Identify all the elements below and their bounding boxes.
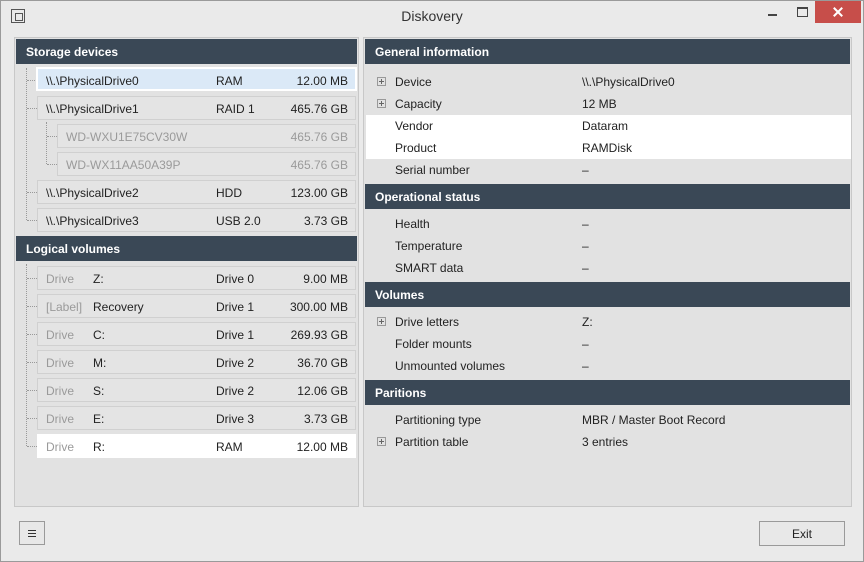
expand-icon[interactable]: [377, 77, 386, 86]
info-row-partition-table[interactable]: Partition table 3 entries: [366, 431, 851, 453]
info-row-device[interactable]: Device \\.\PhysicalDrive0: [366, 71, 851, 93]
partitions-header: Paritions: [365, 380, 850, 405]
volume-row-e[interactable]: Drive E: Drive 3 3.73 GB: [37, 406, 356, 430]
device-row-physicaldrive1[interactable]: \\.\PhysicalDrive1 RAID 1 465.76 GB: [37, 96, 356, 120]
storage-devices-header: Storage devices: [16, 39, 357, 64]
operational-status-header: Operational status: [365, 184, 850, 209]
app-window: Diskovery Storage devices \\.\PhysicalDr…: [0, 0, 864, 562]
device-row-disk-wd-wxu1e75cv30w[interactable]: WD-WXU1E75CV30W 465.76 GB: [57, 124, 356, 148]
volume-row-s[interactable]: Drive S: Drive 2 12.06 GB: [37, 378, 356, 402]
device-row-physicaldrive2[interactable]: \\.\PhysicalDrive2 HDD 123.00 GB: [37, 180, 356, 204]
volume-row-recovery[interactable]: [Label] Recovery Drive 1 300.00 MB: [37, 294, 356, 318]
minimize-button[interactable]: [757, 1, 787, 23]
info-row-vendor[interactable]: Vendor Dataram: [366, 115, 851, 137]
window-title: Diskovery: [401, 8, 463, 24]
device-row-disk-wd-wx11aa50a39p[interactable]: WD-WX11AA50A39P 465.76 GB: [57, 152, 356, 176]
close-button[interactable]: [815, 1, 861, 23]
info-row-folder-mounts[interactable]: Folder mounts –: [366, 333, 851, 355]
info-row-drive-letters[interactable]: Drive letters Z:: [366, 311, 851, 333]
devices-panel: Storage devices \\.\PhysicalDrive0 RAM 1…: [14, 37, 359, 507]
volume-row-c[interactable]: Drive C: Drive 1 269.93 GB: [37, 322, 356, 346]
maximize-button[interactable]: [787, 1, 817, 23]
info-row-unmounted-volumes[interactable]: Unmounted volumes –: [366, 355, 851, 377]
info-row-temperature[interactable]: Temperature –: [366, 235, 851, 257]
menu-button[interactable]: [19, 521, 45, 545]
info-row-health[interactable]: Health –: [366, 213, 851, 235]
info-row-smart-data[interactable]: SMART data –: [366, 257, 851, 279]
expand-icon[interactable]: [377, 317, 386, 326]
exit-button[interactable]: Exit: [759, 521, 845, 546]
expand-icon[interactable]: [377, 99, 386, 108]
info-row-partitioning-type[interactable]: Partitioning type MBR / Master Boot Reco…: [366, 409, 851, 431]
general-information-header: General information: [365, 39, 850, 64]
logical-volumes-header: Logical volumes: [16, 236, 357, 261]
info-row-product[interactable]: Product RAMDisk: [366, 137, 851, 159]
device-row-physicaldrive3[interactable]: \\.\PhysicalDrive3 USB 2.0 3.73 GB: [37, 208, 356, 232]
details-panel: General information Device \\.\PhysicalD…: [363, 37, 852, 507]
device-row-physicaldrive0[interactable]: \\.\PhysicalDrive0 RAM 12.00 MB: [36, 67, 357, 91]
title-bar[interactable]: Diskovery: [1, 1, 863, 31]
info-row-serial-number[interactable]: Serial number –: [366, 159, 851, 181]
volumes-header: Volumes: [365, 282, 850, 307]
expand-icon[interactable]: [377, 437, 386, 446]
info-row-capacity[interactable]: Capacity 12 MB: [366, 93, 851, 115]
volume-row-r[interactable]: Drive R: RAM 12.00 MB: [37, 434, 356, 458]
volume-row-m[interactable]: Drive M: Drive 2 36.70 GB: [37, 350, 356, 374]
volume-row-z[interactable]: Drive Z: Drive 0 9.00 MB: [37, 266, 356, 290]
